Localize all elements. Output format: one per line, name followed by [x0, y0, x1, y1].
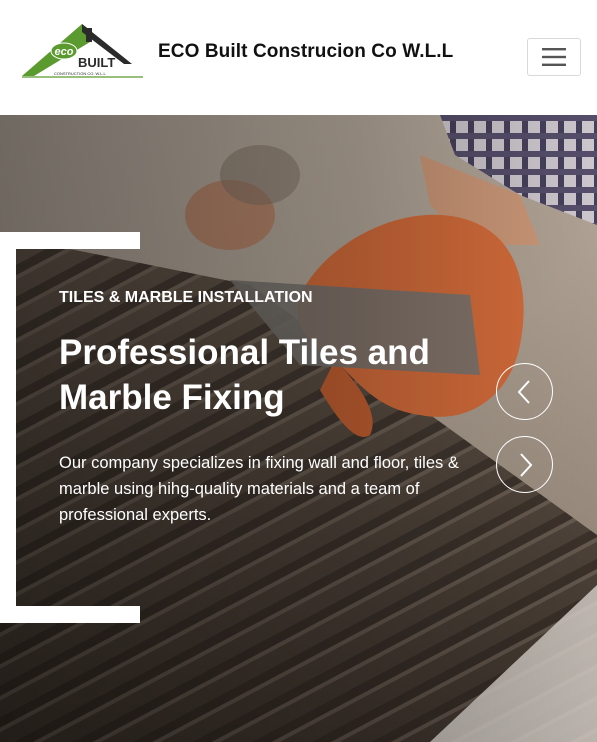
- hero-description: Our company specializes in fixing wall a…: [59, 454, 459, 524]
- company-logo[interactable]: eco BUILT CONSTRUCTION CO. W.L.L: [20, 20, 145, 82]
- hero-kicker: TILES & MARBLE INSTALLATION: [59, 289, 313, 306]
- chevron-left-icon: [517, 379, 530, 404]
- logo-eco-text: eco: [55, 46, 74, 58]
- caption-frame-bottom: [0, 606, 140, 623]
- hero-heading: Professional Tiles and Marble Fixing: [59, 333, 430, 417]
- logo-built-text: BUILT: [78, 55, 115, 70]
- caption-frame-top: [0, 232, 140, 249]
- menu-toggle-button[interactable]: [527, 38, 581, 76]
- company-logo-graphic: eco BUILT CONSTRUCTION CO. W.L.L: [22, 24, 143, 78]
- slider-prev-button[interactable]: [496, 363, 553, 420]
- site-header: eco BUILT CONSTRUCTION CO. W.L.L ECO Bui…: [0, 0, 597, 115]
- hero-slider: TILES & MARBLE INSTALLATION Professional…: [0, 115, 597, 742]
- caption-frame-left: [0, 232, 16, 623]
- hamburger-icon: [542, 48, 566, 66]
- logo-tagline: CONSTRUCTION CO. W.L.L: [54, 71, 107, 76]
- chevron-right-icon: [519, 452, 532, 477]
- hero-overlay: [0, 115, 597, 742]
- site-title: ECO Built Construcion Co W.L.L: [158, 41, 454, 62]
- slider-next-button[interactable]: [496, 436, 553, 493]
